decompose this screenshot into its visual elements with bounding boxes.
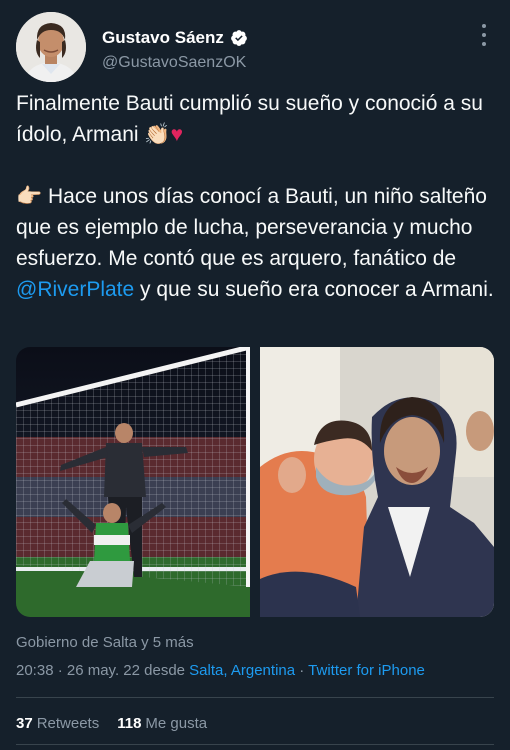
likes-count: 118 [117, 715, 142, 732]
meta-separator: · [295, 662, 309, 679]
tweet-header: Gustavo Sáenz @GustavoSaenzOK [16, 12, 494, 82]
pointing-right-emoji: 👉🏻 [16, 185, 43, 208]
clapping-hands-emoji: 👏🏻 [144, 123, 171, 146]
divider-bottom [16, 744, 494, 745]
location-link[interactable]: Salta, Argentina [189, 662, 295, 679]
mention-link[interactable]: @RiverPlate [16, 278, 134, 301]
tweet-body: Finalmente Bauti cumplió su sueño y cono… [16, 88, 496, 305]
avatar[interactable] [16, 12, 86, 82]
photo-stadium[interactable] [16, 347, 250, 617]
photo-portrait[interactable] [260, 347, 494, 617]
tweet-timestamp[interactable]: 20:38 · 26 may. 22 desde [16, 662, 189, 679]
tagged-accounts[interactable]: Gobierno de Salta y 5 más [16, 634, 194, 651]
likes-label: Me gusta [145, 715, 208, 732]
more-options-icon[interactable] [474, 24, 494, 46]
tweet-text-line1: Finalmente Bauti cumplió su sueño y cono… [16, 92, 483, 146]
tweet-stats: 37 Retweets 118 Me gusta [16, 715, 207, 732]
tweet-metadata: 20:38 · 26 may. 22 desde Salta, Argentin… [16, 662, 425, 679]
red-heart-emoji: ♥ [170, 123, 184, 146]
verified-badge-icon [230, 30, 247, 46]
author-name[interactable]: Gustavo Sáenz [102, 28, 224, 48]
tweet-paragraph-2: 👉🏻 Hace unos días conocí a Bauti, un niñ… [16, 181, 496, 305]
tweet-text-line3: y que su sueño era conocer a Armani. [134, 278, 494, 301]
client-link[interactable]: Twitter for iPhone [308, 662, 425, 679]
author-handle[interactable]: @GustavoSaenzOK [102, 54, 246, 72]
retweets-label: Retweets [36, 715, 100, 732]
divider [16, 697, 494, 698]
media-grid [16, 347, 494, 617]
retweets-stat[interactable]: 37 Retweets [16, 715, 99, 732]
tweet-paragraph-1: Finalmente Bauti cumplió su sueño y cono… [16, 88, 496, 150]
tweet-text-line2: Hace unos días conocí a Bauti, un niño s… [16, 185, 487, 270]
likes-stat[interactable]: 118 Me gusta [117, 715, 207, 732]
retweets-count: 37 [16, 715, 33, 732]
